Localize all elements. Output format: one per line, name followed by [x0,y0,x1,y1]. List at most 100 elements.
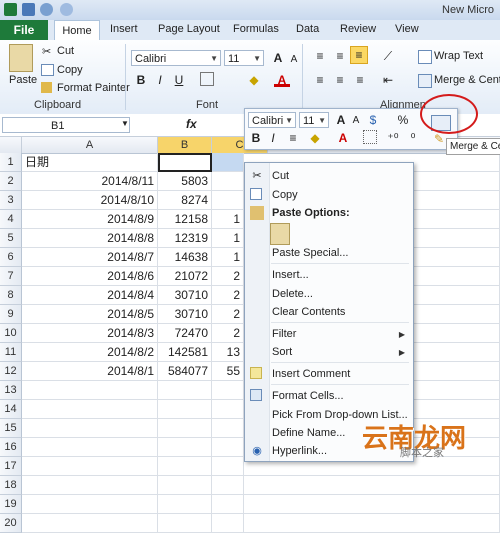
mini-decimal-icon[interactable]: ⁺⁰ [385,130,401,146]
cell-empty[interactable] [244,476,500,495]
cell-a[interactable] [22,476,158,495]
format-painter-button[interactable]: Format Painter [57,82,130,94]
cell-c[interactable]: 1 [212,210,244,229]
underline-button[interactable]: U [171,72,187,88]
row-header[interactable]: 6 [0,248,22,267]
cell-a[interactable]: 2014/8/9 [22,210,158,229]
row-header[interactable]: 11 [0,343,22,362]
cell-b[interactable]: 12319 [158,229,212,248]
paste-button[interactable]: Paste [9,74,37,86]
merge-center-button[interactable]: Merge & Cente [434,74,500,86]
column-header-b[interactable]: B [158,137,212,153]
align-middle-icon[interactable]: ≡ [332,48,348,64]
cell-c[interactable]: 2 [212,324,244,343]
cell-b[interactable]: 72470 [158,324,212,343]
menu-cut[interactable]: Cut [272,170,289,182]
cell-b[interactable] [158,419,212,438]
menu-paste-special[interactable]: Paste Special... [272,247,348,259]
cell-c[interactable] [212,476,244,495]
cell-c[interactable] [212,172,244,191]
tab-data[interactable]: Data [296,23,319,35]
cell-c[interactable] [212,514,244,533]
row-header[interactable]: 14 [0,400,22,419]
tab-formulas[interactable]: Formulas [233,23,279,35]
cell-b[interactable]: 30710 [158,305,212,324]
row-header[interactable]: 1 [0,153,22,172]
cell-b[interactable]: 21072 [158,267,212,286]
tab-home[interactable]: Home [54,20,100,41]
cell-a[interactable]: 2014/8/8 [22,229,158,248]
cell-c[interactable] [212,153,244,172]
menu-insert-comment[interactable]: Insert Comment [272,368,350,380]
cell-b[interactable] [158,514,212,533]
cell-c[interactable]: 1 [212,248,244,267]
cell-a[interactable] [22,514,158,533]
italic-button[interactable]: I [152,72,168,88]
cell-c[interactable] [212,419,244,438]
bold-button[interactable]: B [133,72,149,88]
tab-insert[interactable]: Insert [110,23,138,35]
cell-a[interactable]: 2014/8/4 [22,286,158,305]
cell-b[interactable] [158,381,212,400]
mini-font-color-icon[interactable]: A [335,130,351,146]
cell-a[interactable]: 2014/8/10 [22,191,158,210]
cell-a[interactable]: 2014/8/3 [22,324,158,343]
cell-c[interactable]: 2 [212,267,244,286]
menu-sort[interactable]: Sort [272,346,292,358]
cell-c[interactable] [212,400,244,419]
font-color-icon[interactable]: A [274,72,290,87]
align-top-icon[interactable]: ≡ [312,48,328,64]
cell-b[interactable] [158,495,212,514]
tab-view[interactable]: View [395,23,419,35]
mini-decimal-decrease-icon[interactable]: ⁰ [405,130,421,146]
cell-c[interactable] [212,495,244,514]
cell-b[interactable]: 14638 [158,248,212,267]
save-icon[interactable] [22,3,35,16]
copy-button[interactable]: Copy [57,64,83,76]
menu-copy[interactable]: Copy [272,189,298,201]
cell-a[interactable] [22,438,158,457]
tab-page-layout[interactable]: Page Layout [158,23,220,35]
cell-a[interactable]: 2014/8/5 [22,305,158,324]
mini-center-icon[interactable]: ≡ [285,130,301,146]
row-header[interactable]: 19 [0,495,22,514]
borders-icon[interactable] [200,72,214,86]
row-header[interactable]: 9 [0,305,22,324]
tab-review[interactable]: Review [340,23,376,35]
row-header[interactable]: 3 [0,191,22,210]
mini-bold-button[interactable]: B [248,130,264,146]
cell-c[interactable] [212,438,244,457]
row-header[interactable]: 10 [0,324,22,343]
cell-c[interactable]: 2 [212,286,244,305]
align-bottom-icon[interactable]: ≡ [350,46,368,64]
cell-b[interactable]: 5803 [158,172,212,191]
cell-b[interactable]: 30710 [158,286,212,305]
row-header[interactable]: 7 [0,267,22,286]
grow-font-icon[interactable]: A [270,50,286,66]
row-header[interactable]: 15 [0,419,22,438]
chevron-down-icon[interactable]: ▼ [121,119,129,128]
row-header[interactable]: 17 [0,457,22,476]
cell-a[interactable]: 2014/8/2 [22,343,158,362]
menu-hyperlink[interactable]: Hyperlink... [272,445,327,457]
column-header-a[interactable]: A [22,137,158,153]
cell-a[interactable] [22,381,158,400]
cell-b[interactable] [158,400,212,419]
cell-a[interactable]: 日期 [22,153,158,172]
row-header[interactable]: 13 [0,381,22,400]
row-header[interactable]: 18 [0,476,22,495]
row-header[interactable]: 2 [0,172,22,191]
cell-b[interactable] [158,476,212,495]
cell-a[interactable]: 2014/8/1 [22,362,158,381]
shrink-font-icon[interactable]: A [286,52,302,68]
mini-fill-icon[interactable]: ◆ [307,130,323,146]
tab-file[interactable]: File [0,20,48,40]
redo-icon[interactable] [60,3,73,16]
align-left-icon[interactable]: ≡ [312,72,328,88]
cell-c[interactable] [212,457,244,476]
menu-delete[interactable]: Delete... [272,288,313,300]
mini-borders-icon[interactable] [363,130,377,144]
align-right-icon[interactable]: ≡ [352,72,368,88]
row-header[interactable]: 12 [0,362,22,381]
cell-b[interactable] [158,438,212,457]
